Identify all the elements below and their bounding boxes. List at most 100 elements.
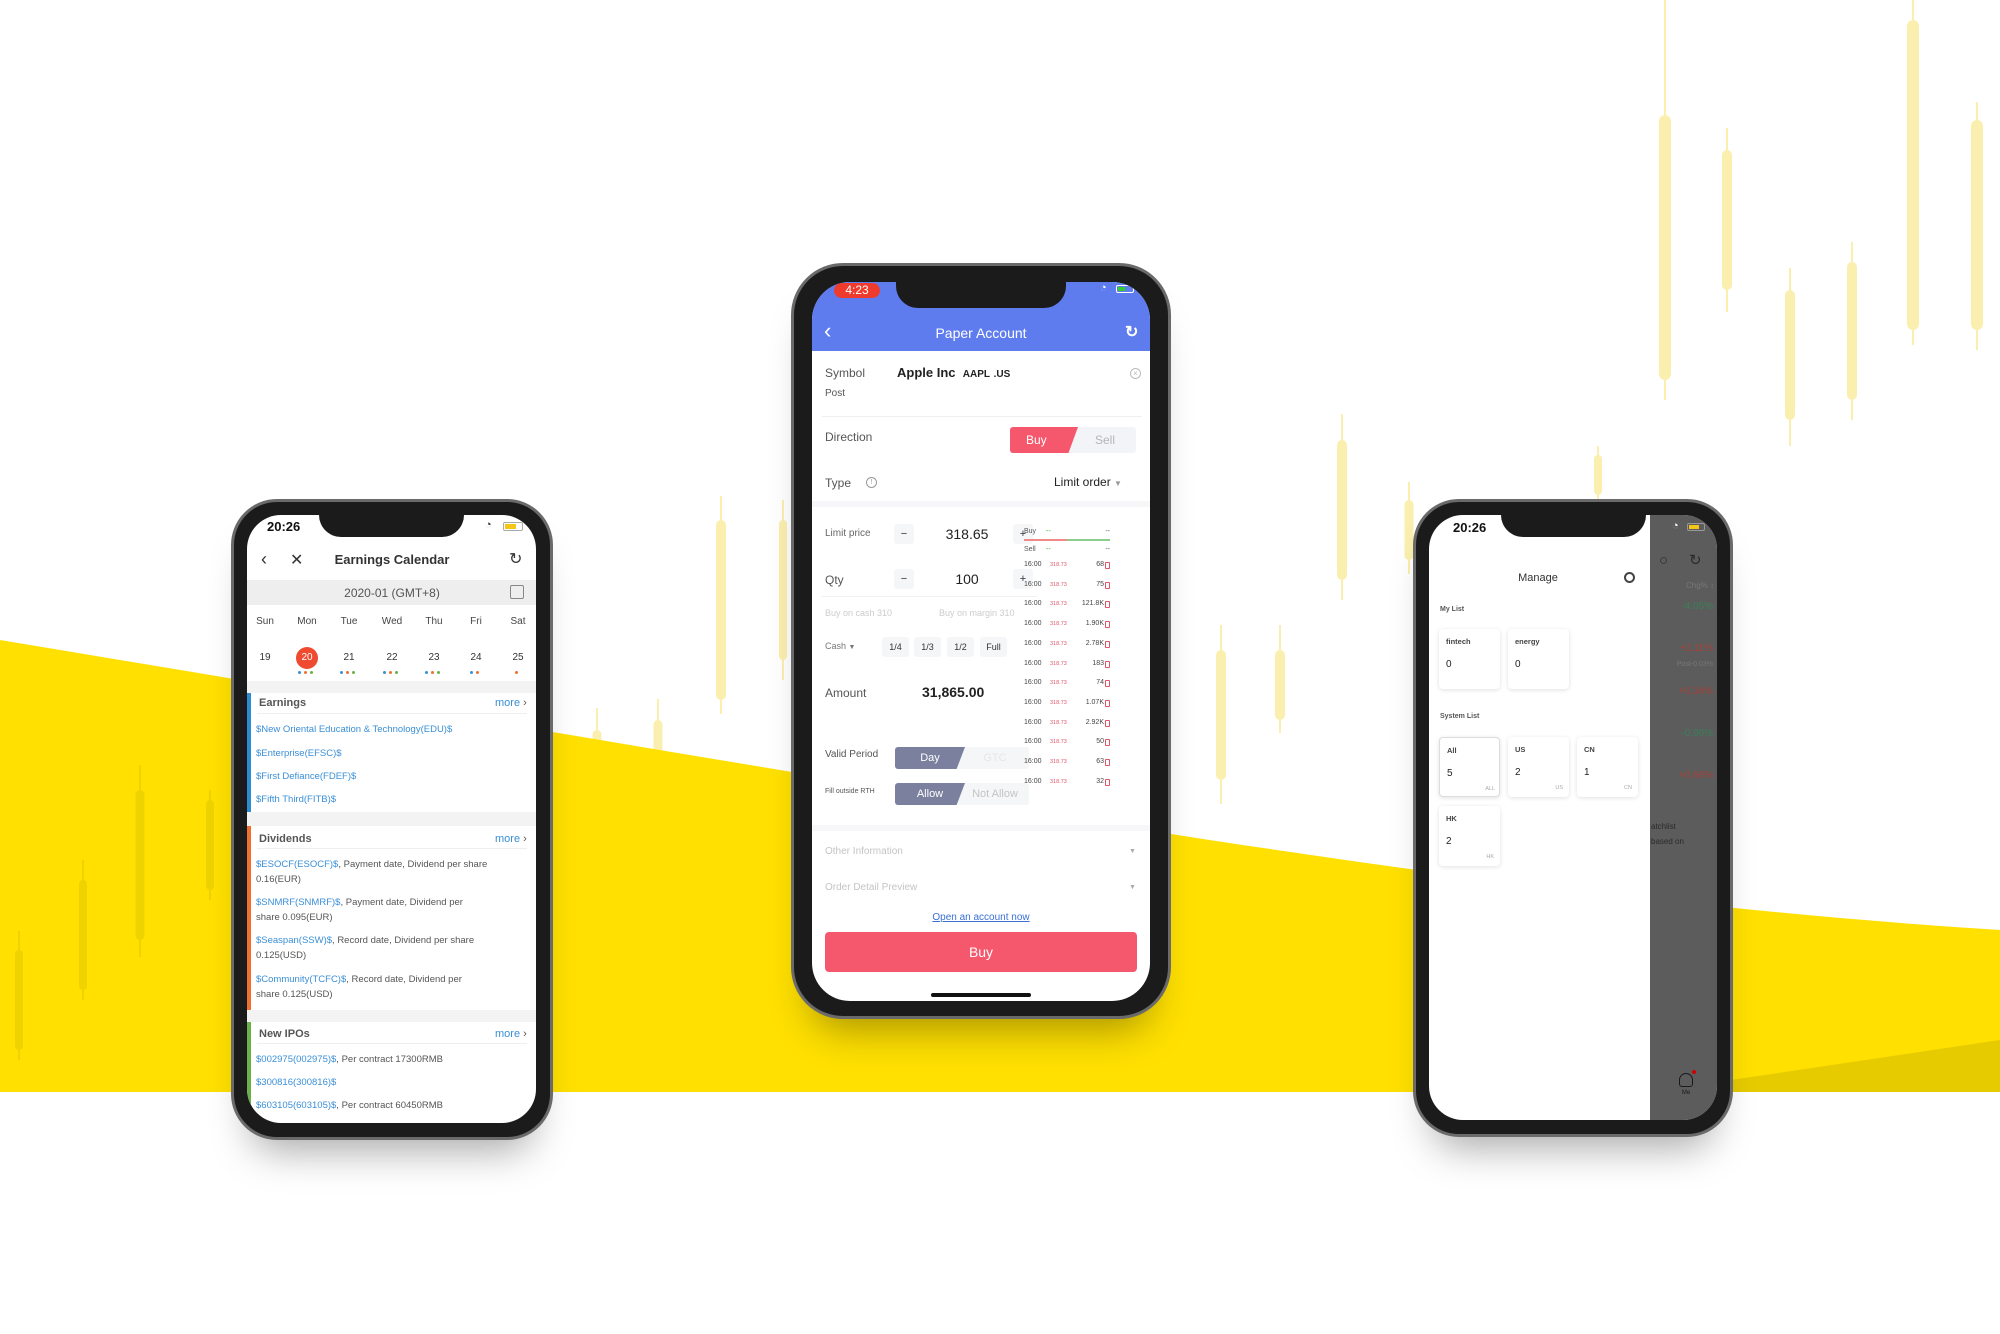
- fraction-button[interactable]: 1/2: [947, 637, 974, 657]
- buy-button[interactable]: Buy: [825, 932, 1137, 972]
- buy-marker-icon: [1105, 699, 1110, 707]
- dividend-item[interactable]: $ESOCF(ESOCF)$, Payment date, Dividend p…: [256, 859, 487, 870]
- ipo-title: New IPOs: [259, 1028, 310, 1040]
- dividend-link[interactable]: $Seaspan(SSW)$: [256, 935, 332, 946]
- system-list-card[interactable]: CN 1 CN: [1577, 737, 1638, 797]
- dividend-link[interactable]: $Community(TCFC)$: [256, 974, 346, 985]
- tick-volume: 1.90K: [1085, 620, 1104, 628]
- ipo-item[interactable]: $603105(603105)$, Per contract 60450RMB: [256, 1100, 443, 1111]
- calendar-icon[interactable]: [510, 585, 524, 599]
- ipo-more[interactable]: more ›: [495, 1028, 527, 1040]
- date-cell[interactable]: 19: [254, 647, 276, 669]
- system-list-card[interactable]: HK 2 HK: [1439, 806, 1500, 866]
- not-allow-option[interactable]: Not Allow: [963, 783, 1027, 805]
- earnings-item[interactable]: $First Defiance(FDEF)$: [256, 771, 356, 782]
- qty-minus-button[interactable]: −: [894, 569, 914, 589]
- candlestick-body: [1722, 150, 1732, 290]
- dividend-link[interactable]: $SNMRF(SNMRF)$: [256, 897, 340, 908]
- book-buy-bar: [1024, 539, 1067, 541]
- close-icon[interactable]: ✕: [290, 550, 303, 570]
- order-preview-row[interactable]: Order Detail Preview ▼: [825, 882, 1137, 898]
- dividend-item[interactable]: $Community(TCFC)$, Record date, Dividend…: [256, 974, 462, 985]
- date-cell-selected[interactable]: 20: [296, 647, 318, 669]
- day-option[interactable]: Day: [895, 747, 965, 769]
- dividend-item[interactable]: $SNMRF(SNMRF)$, Payment date, Dividend p…: [256, 897, 463, 908]
- more-link[interactable]: more: [495, 697, 520, 709]
- tick-time: 16:00: [1024, 777, 1042, 785]
- ipo-link[interactable]: $300816(300816)$: [256, 1077, 336, 1088]
- list-name: energy: [1515, 637, 1540, 646]
- page-title: Earnings Calendar: [334, 552, 450, 567]
- symbol-field[interactable]: Apple Inc AAPL .US: [897, 365, 1010, 380]
- more-link[interactable]: more: [495, 1028, 520, 1040]
- ipo-item[interactable]: $002975(002975)$, Per contract 17300RMB: [256, 1054, 443, 1065]
- clear-icon[interactable]: ×: [1130, 368, 1141, 379]
- me-tab-label[interactable]: Me: [1682, 1090, 1690, 1096]
- refresh-icon[interactable]: ↻: [509, 549, 522, 569]
- event-dot: [431, 671, 434, 674]
- earnings-item[interactable]: $Enterprise(EFSC)$: [256, 748, 342, 759]
- my-list-card[interactable]: energy 0: [1508, 629, 1569, 689]
- gtc-option[interactable]: GTC: [963, 747, 1027, 769]
- fraction-button[interactable]: 1/3: [914, 637, 941, 657]
- limit-price-input[interactable]: 318.65: [946, 526, 989, 542]
- back-icon[interactable]: ‹: [261, 549, 267, 570]
- search-icon[interactable]: ○: [1659, 552, 1668, 569]
- cash-select[interactable]: Cash ▼: [825, 641, 855, 651]
- tick-volume: 75: [1096, 580, 1104, 588]
- refresh-icon[interactable]: ↻: [1689, 551, 1702, 569]
- dividend-text: , Payment date, Dividend per: [340, 897, 463, 908]
- system-list-card[interactable]: US 2 US: [1508, 737, 1569, 797]
- list-count: 0: [1515, 659, 1521, 670]
- fraction-button[interactable]: Full: [980, 637, 1007, 657]
- buy-toggle[interactable]: Buy: [1010, 427, 1078, 453]
- date-cell[interactable]: 22: [381, 647, 403, 669]
- date-cell[interactable]: 21: [338, 647, 360, 669]
- order-type-select[interactable]: Limit order ▼: [1054, 475, 1122, 489]
- sell-toggle[interactable]: Sell: [1076, 427, 1134, 453]
- buy-marker-icon: [1105, 739, 1110, 747]
- event-dot: [515, 671, 518, 674]
- earnings-item[interactable]: $New Oriental Education & Technology(EDU…: [256, 724, 452, 735]
- more-link[interactable]: more: [495, 833, 520, 845]
- system-list-card[interactable]: All 5 ALL: [1439, 737, 1500, 797]
- buy-marker-icon: [1105, 759, 1110, 766]
- date-cell[interactable]: 25: [507, 647, 529, 669]
- dividend-detail: 0.125(USD): [256, 950, 307, 961]
- ipo-link[interactable]: $002975(002975)$: [256, 1054, 336, 1065]
- settings-icon[interactable]: [1624, 572, 1635, 583]
- other-info-label: Other Information: [825, 846, 903, 857]
- tick-price: 318.73: [1050, 581, 1067, 588]
- manage-drawer: Manage My List fintech 0 energy 0 System Li…: [1429, 515, 1650, 1120]
- open-account-link[interactable]: Open an account now: [932, 912, 1029, 923]
- tick-row: 16:00 318.73 74: [1024, 679, 1110, 689]
- back-icon[interactable]: ‹: [824, 318, 831, 344]
- fraction-button[interactable]: 1/4: [882, 637, 909, 657]
- qty-input[interactable]: 100: [955, 571, 978, 587]
- ipo-link[interactable]: $603105(603105)$: [256, 1100, 336, 1111]
- tick-time: 16:00: [1024, 561, 1042, 568]
- book-buy-value: --: [1105, 528, 1110, 535]
- date-cell[interactable]: 23: [423, 647, 445, 669]
- info-icon[interactable]: !: [866, 477, 877, 488]
- dividend-link[interactable]: $ESOCF(ESOCF)$: [256, 859, 338, 870]
- tick-volume: 32: [1096, 777, 1104, 785]
- month-bar[interactable]: 2020-01 (GMT+8): [247, 580, 536, 605]
- dividend-item[interactable]: $Seaspan(SSW)$, Record date, Dividend pe…: [256, 935, 474, 946]
- limit-minus-button[interactable]: −: [894, 524, 914, 544]
- chevron-right-icon: ›: [523, 1028, 527, 1040]
- earnings-item[interactable]: $Fifth Third(FITB)$: [256, 794, 336, 805]
- ipo-item[interactable]: $300816(300816)$: [256, 1077, 336, 1088]
- order-type-value: Limit order: [1054, 475, 1111, 489]
- tick-volume: 1.07K: [1085, 698, 1104, 706]
- allow-option[interactable]: Allow: [895, 783, 965, 805]
- buy-marker-icon: [1105, 778, 1110, 786]
- list-tag: ALL: [1485, 786, 1495, 792]
- other-info-row[interactable]: Other Information ▼: [825, 846, 1137, 862]
- my-list-card[interactable]: fintech 0: [1439, 629, 1500, 689]
- dividends-more[interactable]: more ›: [495, 833, 527, 845]
- date-cell[interactable]: 24: [465, 647, 487, 669]
- refresh-icon[interactable]: ↻: [1125, 322, 1138, 342]
- me-icon[interactable]: [1679, 1073, 1693, 1087]
- earnings-more[interactable]: more ›: [495, 697, 527, 709]
